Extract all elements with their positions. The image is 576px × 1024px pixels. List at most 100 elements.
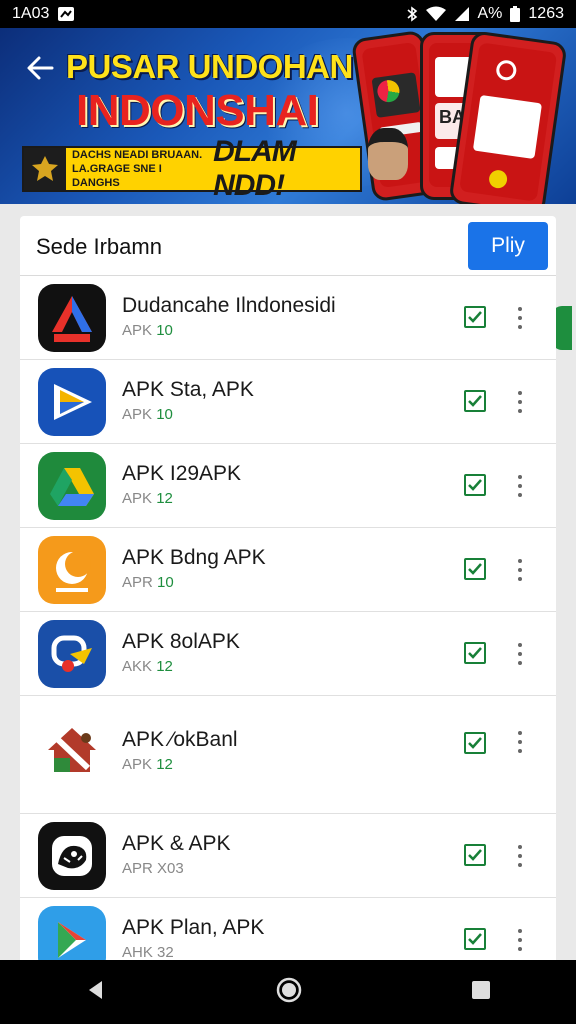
status-time: 1A03: [12, 5, 50, 22]
app-meta-num: 12: [156, 756, 173, 773]
wifi-icon: [425, 6, 446, 22]
status-clock-right: 1263: [528, 5, 564, 22]
check-icon: [468, 647, 482, 659]
app-name: APK Sta, APK: [122, 378, 254, 401]
checkbox[interactable]: [464, 642, 486, 664]
back-triangle-icon: [88, 980, 102, 999]
app-meta: APK 12: [122, 490, 173, 507]
more-options-icon[interactable]: [514, 842, 526, 870]
back-button[interactable]: [22, 50, 58, 86]
app-meta: AHK 32: [122, 944, 174, 961]
battery-text: A%: [477, 5, 503, 22]
more-options-icon[interactable]: [514, 728, 526, 756]
app-meta: AKK 12: [122, 658, 173, 675]
more-options-icon[interactable]: [514, 304, 526, 332]
list-item[interactable]: APK Sta, APK APK 10: [20, 360, 556, 444]
card-header: Sede Irbamn Pliy: [20, 216, 556, 276]
list-item[interactable]: Dudancahe Ilndonesidi APK 10: [20, 276, 556, 360]
more-options-icon[interactable]: [514, 640, 526, 668]
app-name: Dudancahe Ilndonesidi: [122, 294, 336, 317]
strip-subtext: DACHS NEADI BRUAAN. LA.GRAGE SNE I DANGH…: [66, 148, 213, 190]
app-meta-num: 10: [157, 574, 174, 591]
app-meta-num: 12: [156, 490, 173, 507]
more-options-icon[interactable]: [514, 388, 526, 416]
bluetooth-icon: [406, 6, 418, 22]
strip-subtext-line2: LA.GRAGE SNE I DANGHS: [71, 163, 162, 189]
checkbox[interactable]: [464, 844, 486, 866]
card-title: Sede Irbamn: [36, 234, 162, 259]
app-meta-prefix: APR: [122, 860, 153, 877]
app-meta: APK 10: [122, 322, 173, 339]
checkbox[interactable]: [464, 558, 486, 580]
chat-bubble-icon: [38, 620, 106, 688]
app-meta-prefix: APR: [122, 574, 153, 591]
app-name: APK I29APK: [122, 462, 242, 485]
list-item[interactable]: APK Bdng APK APR 10: [20, 528, 556, 612]
app-meta-num: 10: [156, 322, 173, 339]
strip-subtext-line1: DACHS NEADI BRUAAN.: [71, 149, 203, 161]
app-meta-prefix: APK: [122, 322, 153, 339]
list-item[interactable]: APK Plan, APK AHK 32: [20, 898, 556, 974]
recents-square-icon: [472, 980, 491, 999]
check-icon: [468, 849, 482, 861]
nav-back-button[interactable]: [84, 978, 108, 1007]
promo-banner[interactable]: PUSAR UNDOHAN INDONSHAI DACHS NEADI BRUA…: [0, 28, 576, 204]
app-meta-prefix: AHK: [122, 944, 153, 961]
wild-animal-icon: [38, 822, 106, 890]
app-name: APK Plan, APK: [122, 916, 265, 939]
list-item[interactable]: APK I29APK APK 12: [20, 444, 556, 528]
crescent-icon: [38, 536, 106, 604]
arrow-left-icon: [27, 56, 54, 80]
person-illustration: [368, 128, 408, 180]
app-meta-num: 10: [156, 406, 173, 423]
drive-triangle-icon: [38, 452, 106, 520]
checkbox[interactable]: [464, 390, 486, 412]
app-meta: APK 12: [122, 756, 173, 773]
nav-home-button[interactable]: [275, 976, 303, 1009]
check-icon: [468, 737, 482, 749]
check-icon: [468, 563, 482, 575]
checkbox[interactable]: [464, 306, 486, 328]
strip-headline: DLAM NDD!: [213, 135, 297, 202]
app-name: APK Bdng APK: [122, 546, 266, 569]
app-meta: APR X03: [122, 860, 184, 877]
more-options-icon[interactable]: [514, 926, 526, 954]
more-options-icon[interactable]: [514, 472, 526, 500]
house-icon: [38, 716, 106, 784]
check-icon: [468, 395, 482, 407]
home-circle-icon: [276, 977, 302, 1002]
status-bar: 1A03 A% 1263: [0, 0, 576, 28]
more-options-icon[interactable]: [514, 556, 526, 584]
app-meta: APR 10: [122, 574, 174, 591]
emblem-icon: [24, 148, 66, 190]
checkbox[interactable]: [464, 732, 486, 754]
app-name: APK 8olAPK: [122, 630, 240, 653]
app-meta-prefix: APK: [122, 490, 153, 507]
app-meta: APK 10: [122, 406, 173, 423]
app-meta-num: 12: [156, 658, 173, 675]
app-meta-prefix: APK: [122, 756, 153, 773]
app-name: APK & APK: [122, 832, 231, 855]
play-arrow-icon: [38, 368, 106, 436]
nav-recents-button[interactable]: [470, 979, 492, 1006]
check-icon: [468, 311, 482, 323]
play-button[interactable]: Pliy: [468, 222, 548, 270]
banner-title-line2: INDONSHAI: [76, 86, 319, 135]
notification-icon: [57, 6, 75, 22]
banner-strip: DACHS NEADI BRUAAN. LA.GRAGE SNE I DANGH…: [22, 135, 362, 202]
list-item[interactable]: APK ∕okBanl APK 12: [20, 696, 556, 814]
check-icon: [468, 479, 482, 491]
battery-icon: [510, 6, 521, 22]
checkbox[interactable]: [464, 474, 486, 496]
checkbox[interactable]: [464, 928, 486, 950]
app-meta-prefix: APK: [122, 406, 153, 423]
check-icon: [468, 933, 482, 945]
list-item[interactable]: APK & APK APR X03: [20, 814, 556, 898]
system-nav-bar: [0, 960, 576, 1024]
app-meta-num: X03: [157, 860, 184, 877]
signal-icon: [454, 6, 470, 22]
app-meta-prefix: AKK: [122, 658, 153, 675]
banner-title-line1: PUSAR UNDOHAN: [66, 48, 353, 85]
list-item[interactable]: APK 8olAPK AKK 12: [20, 612, 556, 696]
app-name: APK ∕okBanl: [122, 728, 238, 751]
